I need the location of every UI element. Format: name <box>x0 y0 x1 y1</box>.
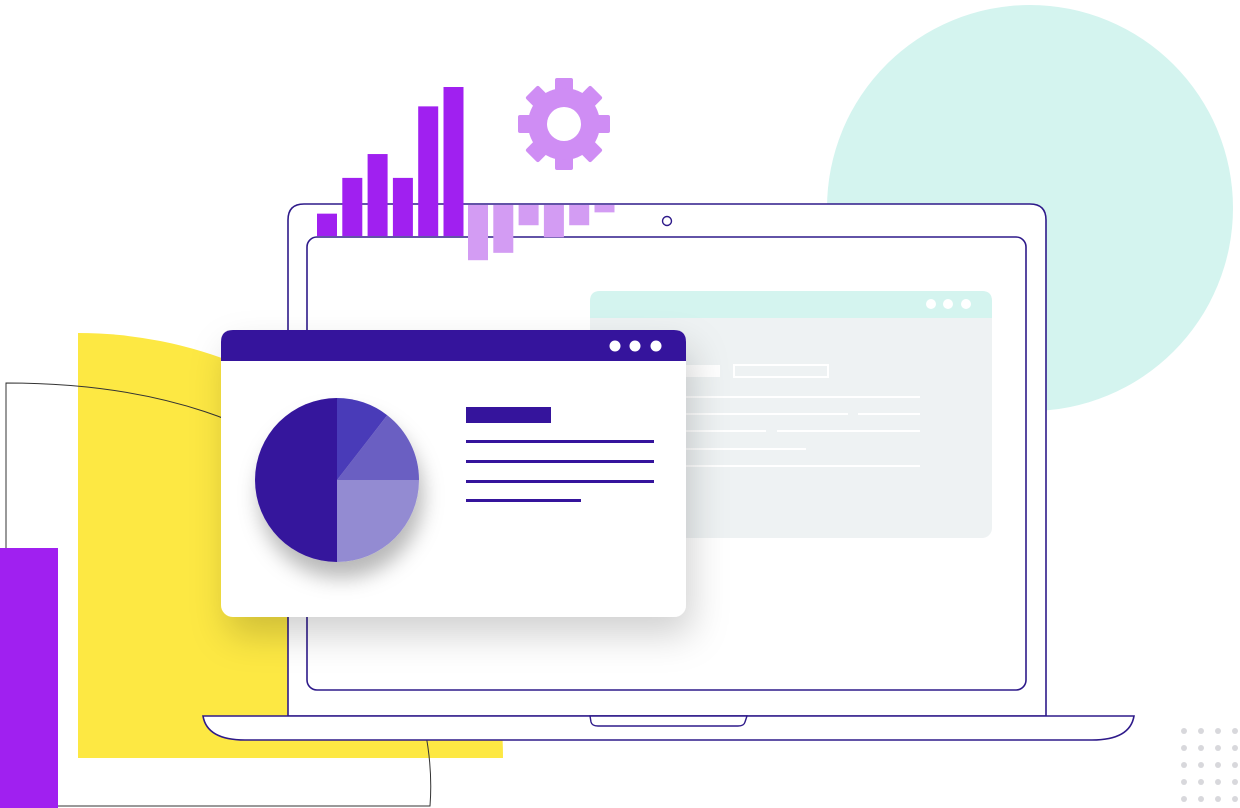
text-line <box>466 440 654 443</box>
downward-bar <box>468 205 488 261</box>
upward-bar <box>392 177 413 236</box>
window-control-dots-icon <box>609 340 662 352</box>
laptop-notch <box>589 715 748 727</box>
window-control-dots-icon <box>926 299 971 309</box>
gear-icon <box>518 78 610 170</box>
upward-bar <box>342 177 363 236</box>
violet-block <box>0 548 58 808</box>
text-line <box>466 480 654 483</box>
downward-bar <box>543 205 564 238</box>
dot-grid <box>1181 728 1238 802</box>
analytics-illustration <box>0 5 1238 808</box>
downward-bar <box>569 205 590 226</box>
downward-bar <box>518 205 539 226</box>
text-line <box>466 499 581 502</box>
upward-bar <box>317 213 337 236</box>
upward-bar <box>367 154 388 236</box>
upward-bar <box>443 87 464 236</box>
heading-block <box>466 407 551 423</box>
downward-bar <box>493 205 514 253</box>
illustration-stage <box>0 0 1240 808</box>
text-line <box>466 460 654 463</box>
pie-graphic <box>255 398 419 562</box>
downward-bar <box>594 205 615 213</box>
upward-bar <box>418 106 439 237</box>
